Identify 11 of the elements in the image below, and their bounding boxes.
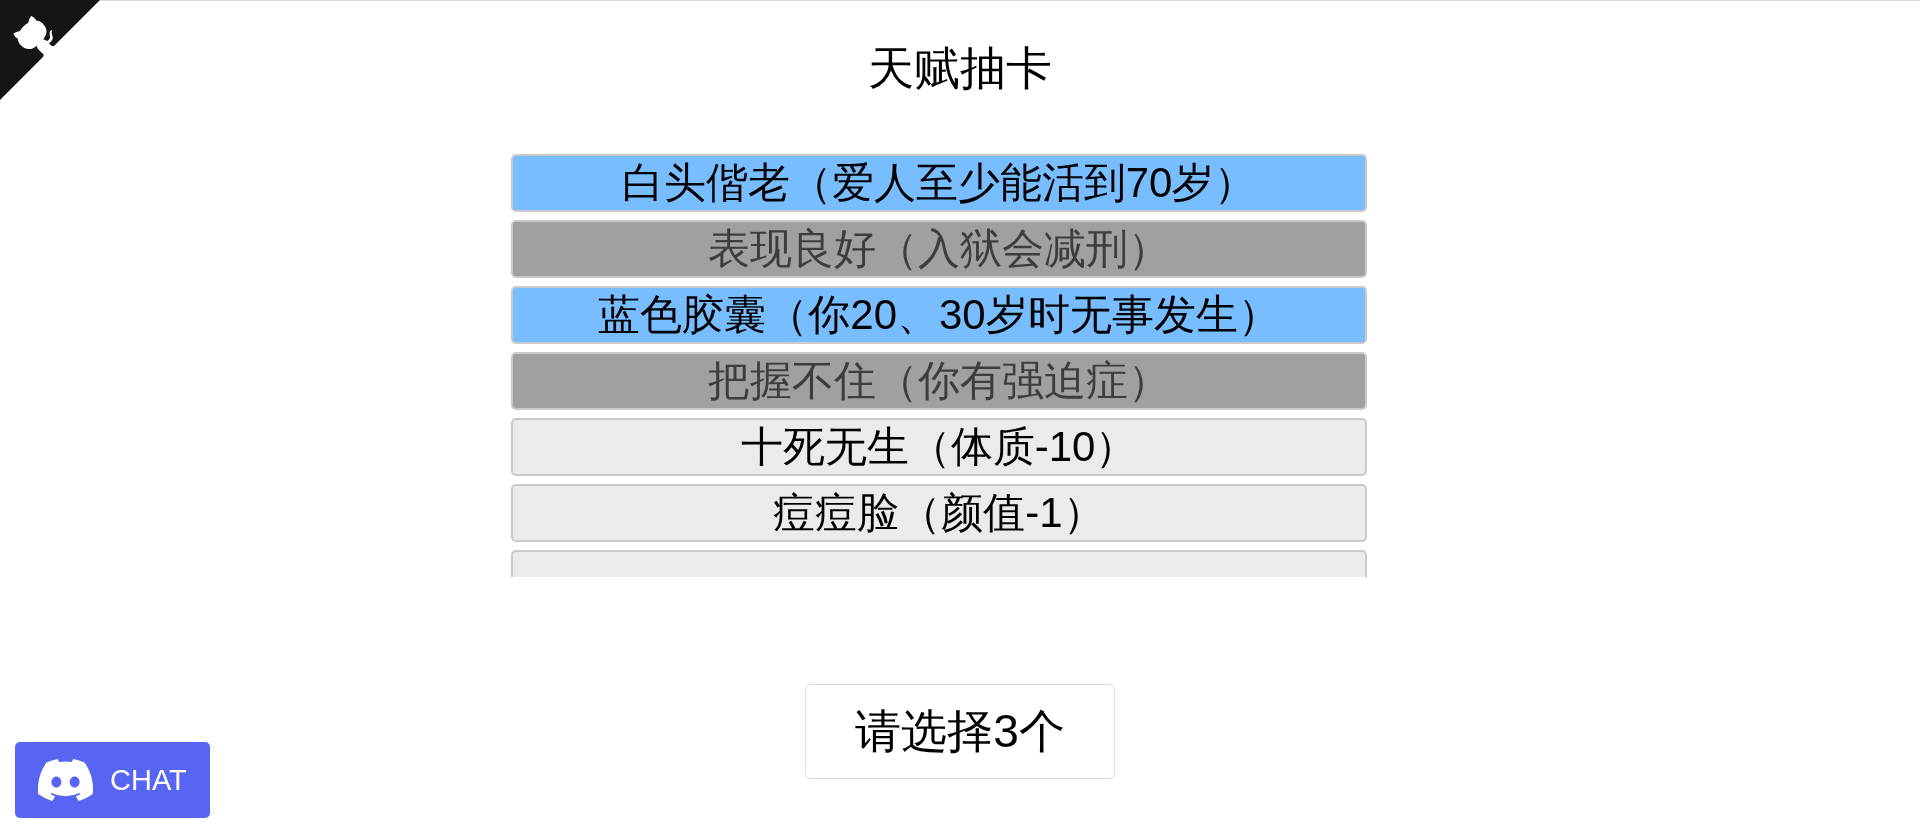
- talent-item[interactable]: 把握不住（你有强迫症）: [511, 352, 1367, 410]
- cat-corner-icon[interactable]: [0, 0, 100, 100]
- talent-item[interactable]: 十死无生（体质-10）: [511, 418, 1367, 476]
- page-title: 天赋抽卡: [868, 41, 1052, 96]
- talent-item[interactable]: 蓝色胶囊（你20、30岁时无事发生）: [511, 286, 1367, 344]
- confirm-button[interactable]: 请选择3个: [805, 684, 1115, 779]
- controller-icon: [38, 759, 93, 801]
- chat-button[interactable]: CHAT: [15, 742, 210, 818]
- talent-item[interactable]: 痘痘脸（颜值-1）: [511, 484, 1367, 542]
- talent-item[interactable]: 白头偕老（爱人至少能活到70岁）: [511, 154, 1367, 212]
- talent-item[interactable]: 表现良好（入狱会减刑）: [511, 220, 1367, 278]
